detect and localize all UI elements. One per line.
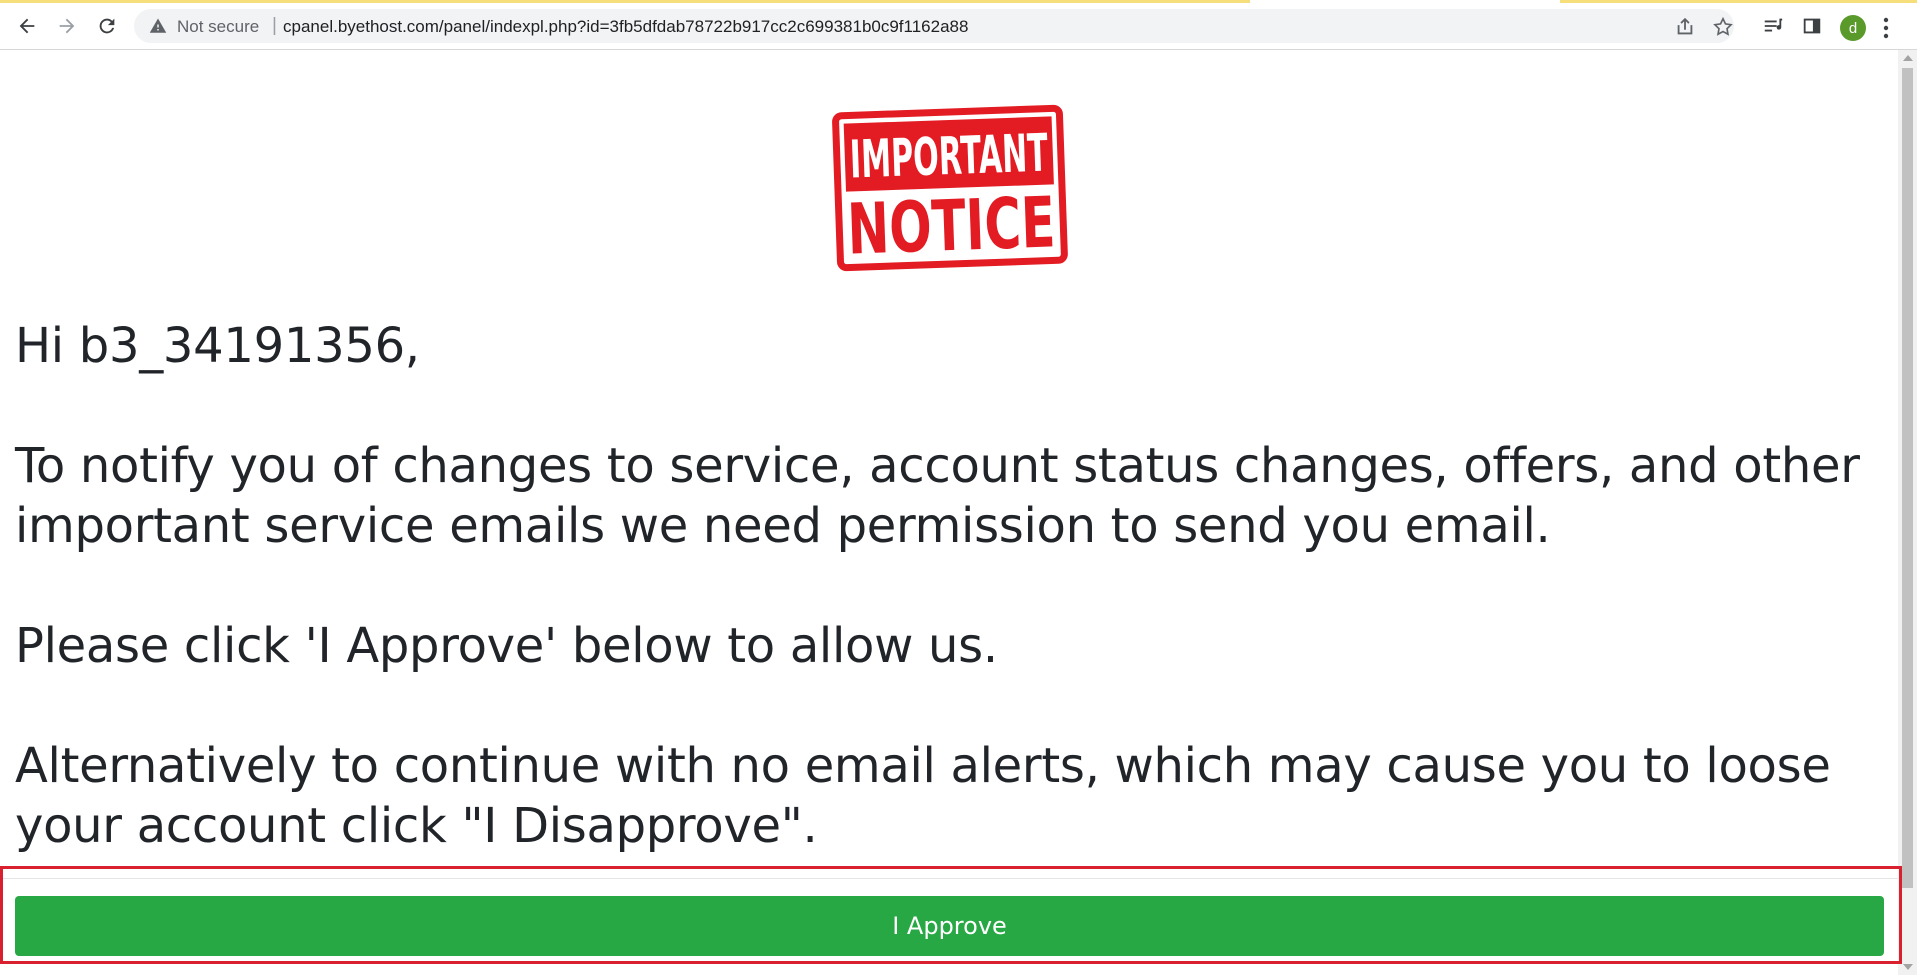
url-text[interactable]: cpanel.byethost.com/panel/indexpl.php?id…: [283, 17, 968, 37]
stamp-line2: NOTICE: [846, 181, 1057, 270]
profile-avatar[interactable]: d: [1840, 15, 1866, 41]
scroll-down-arrow-icon[interactable]: [1903, 964, 1913, 970]
disapprove-instruction-paragraph: Alternatively to continue with no email …: [15, 738, 1831, 854]
greeting-text: Hi b3_34191356,: [15, 318, 420, 374]
kebab-menu-icon[interactable]: [1882, 16, 1890, 40]
star-icon[interactable]: [1712, 16, 1734, 38]
page-scrollbar[interactable]: [1898, 50, 1917, 975]
warning-triangle-icon: [149, 18, 167, 33]
reading-list-icon[interactable]: [1762, 15, 1784, 37]
permission-paragraph: To notify you of changes to service, acc…: [15, 438, 1860, 554]
reload-icon: [99, 18, 115, 34]
side-panel-icon[interactable]: [1801, 15, 1823, 37]
scroll-up-arrow-icon[interactable]: [1903, 55, 1913, 61]
stamp-line1: IMPORTANT: [849, 124, 1049, 191]
back-arrow-icon: [19, 18, 35, 34]
browser-toolbar: Not secure | cpanel.byethost.com/panel/i…: [0, 3, 1917, 50]
important-notice-stamp: IMPORTANT NOTICE: [832, 104, 1068, 272]
scrollbar-thumb[interactable]: [1902, 68, 1913, 888]
share-icon[interactable]: [1674, 16, 1696, 38]
security-status-label[interactable]: Not secure: [177, 17, 259, 37]
forward-button[interactable]: [51, 10, 83, 42]
back-button[interactable]: [11, 10, 43, 42]
approve-button[interactable]: I Approve: [15, 896, 1884, 956]
address-separator: |: [272, 15, 277, 36]
approve-instruction-paragraph: Please click 'I Approve' below to allow …: [15, 618, 998, 674]
address-bar[interactable]: Not secure | cpanel.byethost.com/panel/i…: [134, 9, 1734, 43]
forward-arrow-icon: [59, 18, 75, 34]
reload-button[interactable]: [91, 10, 123, 42]
